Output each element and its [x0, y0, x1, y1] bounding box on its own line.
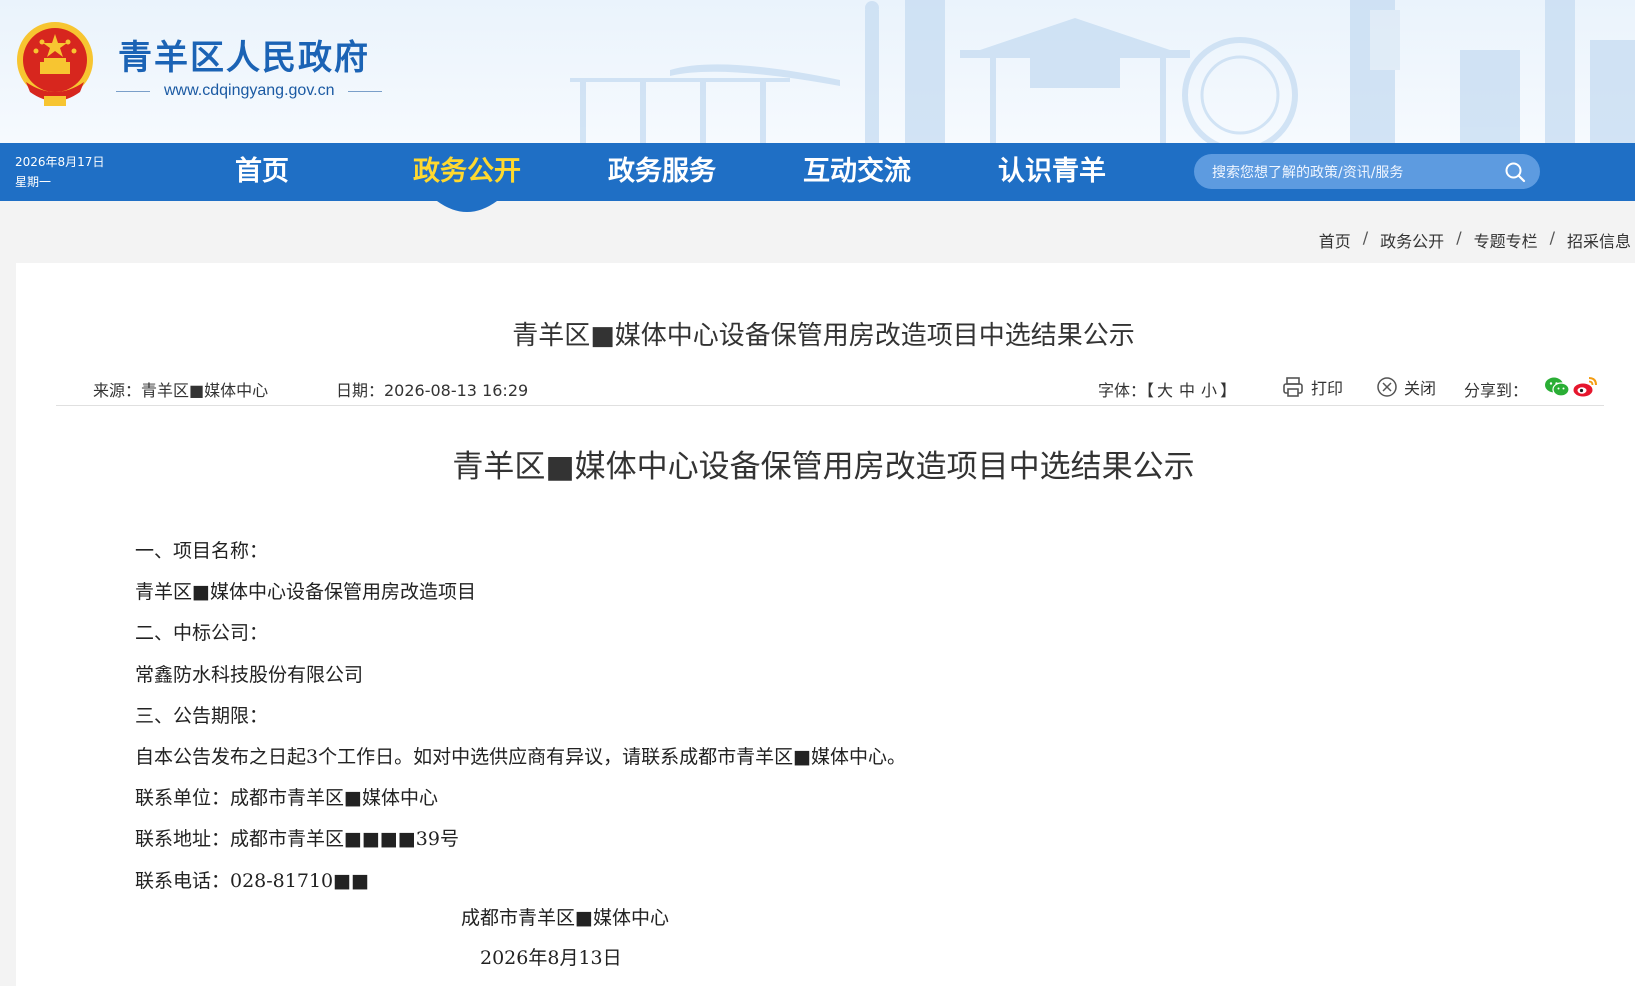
- site-url-row: www.cdqingyang.gov.cn: [116, 82, 383, 100]
- article-line: 联系单位：成都市青羊区■媒体中心: [135, 787, 438, 810]
- article-date: 日期：2026-08-13 16:29: [336, 381, 529, 400]
- article-line: 三、公告期限：: [135, 704, 269, 727]
- search-box: [1194, 154, 1540, 191]
- article-title: 青羊区■媒体中心设备保管用房改造项目中选结果公示: [452, 449, 1195, 485]
- article-line: 自本公告发布之日起3个工作日。如对中选供应商有异议，请联系成都市青羊区■媒体中心…: [135, 745, 907, 768]
- share-label: 分享到：: [1464, 381, 1529, 400]
- wechat-share-icon[interactable]: [1544, 375, 1570, 399]
- article-line: 常鑫防水科技股份有限公司: [135, 663, 364, 686]
- font-size-large-button[interactable]: 大: [1157, 381, 1173, 400]
- nav-item-about-qingyang[interactable]: 认识青羊: [977, 143, 1127, 201]
- breadcrumb-procurement-info[interactable]: 招采信息: [1567, 228, 1631, 252]
- breadcrumb-home[interactable]: 首页: [1319, 228, 1351, 252]
- active-nav-indicator: [437, 201, 497, 212]
- site-header: 青羊区人民政府 www.cdqingyang.gov.cn: [0, 0, 1635, 143]
- breadcrumb-government-affairs[interactable]: 政务公开: [1380, 228, 1444, 252]
- signature-date: 2026年8月13日: [480, 947, 622, 969]
- national-emblem-icon: [17, 22, 93, 106]
- article-source: 来源：青羊区■媒体中心: [93, 381, 269, 400]
- city-skyline-banner: [570, 0, 1635, 143]
- current-date: 2026年8月17日: [15, 155, 105, 169]
- search-input[interactable]: [1210, 154, 1494, 191]
- article-meta-bar: 来源：青羊区■媒体中心 日期：2026-08-13 16:29 字体：【大中小】…: [56, 373, 1604, 406]
- nav-date-block: 2026年8月17日 星期一: [15, 152, 104, 192]
- font-size-label: 字体：【: [1098, 381, 1155, 400]
- nav-item-home[interactable]: 首页: [187, 143, 337, 201]
- divider: [116, 90, 150, 92]
- page-title: 青羊区■媒体中心设备保管用房改造项目中选结果公示: [512, 321, 1135, 351]
- print-label: 打印: [1311, 379, 1344, 398]
- weibo-share-icon[interactable]: [1572, 375, 1598, 399]
- article-line: 联系地址：成都市青羊区■■■■39号: [135, 828, 459, 851]
- breadcrumb-special-topics[interactable]: 专题专栏: [1474, 228, 1538, 252]
- main-nav: 2026年8月17日 星期一 首页 政务公开 政务服务 互动交流 认识青羊: [0, 143, 1635, 201]
- breadcrumb-separator: /: [1549, 228, 1555, 247]
- current-weekday: 星期一: [15, 175, 52, 189]
- breadcrumb-separator: /: [1362, 228, 1369, 247]
- breadcrumb: 首页 / 政务公开 / 专题专栏 / 招采信息: [1319, 228, 1631, 252]
- article-line: 青羊区■媒体中心设备保管用房改造项目: [135, 581, 476, 604]
- site-url[interactable]: www.cdqingyang.gov.cn: [164, 82, 334, 100]
- font-size-bracket: 】: [1220, 381, 1237, 400]
- font-size-medium-button[interactable]: 中: [1179, 381, 1195, 400]
- divider: [348, 90, 383, 92]
- close-label: 关闭: [1404, 379, 1437, 398]
- nav-item-government-services[interactable]: 政务服务: [587, 143, 737, 201]
- article-card: 青羊区■媒体中心设备保管用房改造项目中选结果公示 来源：青羊区■媒体中心 日期：…: [16, 263, 1635, 986]
- font-size-small-button[interactable]: 小: [1201, 381, 1217, 400]
- font-size-control: 字体：【大中小】: [1098, 377, 1236, 401]
- printer-icon: [1283, 377, 1303, 397]
- breadcrumb-separator: /: [1456, 228, 1462, 247]
- signature-organization: 成都市青羊区■媒体中心: [461, 907, 669, 929]
- article-line: 一、项目名称：: [135, 540, 269, 562]
- site-name[interactable]: 青羊区人民政府: [118, 30, 370, 79]
- search-icon[interactable]: [1504, 161, 1526, 183]
- article-body: 一、项目名称： 青羊区■媒体中心设备保管用房改造项目 二、中标公司： 常鑫防水科…: [135, 531, 1535, 902]
- print-button[interactable]: 打印: [1281, 375, 1343, 399]
- article-line: 二、中标公司：: [135, 622, 269, 645]
- nav-item-government-affairs[interactable]: 政务公开: [392, 143, 542, 201]
- nav-item-interaction[interactable]: 互动交流: [782, 143, 932, 201]
- close-button[interactable]: 关闭: [1376, 375, 1436, 399]
- close-circle-icon: [1377, 377, 1397, 397]
- article-line: 联系电话：028-81710■■: [135, 869, 370, 892]
